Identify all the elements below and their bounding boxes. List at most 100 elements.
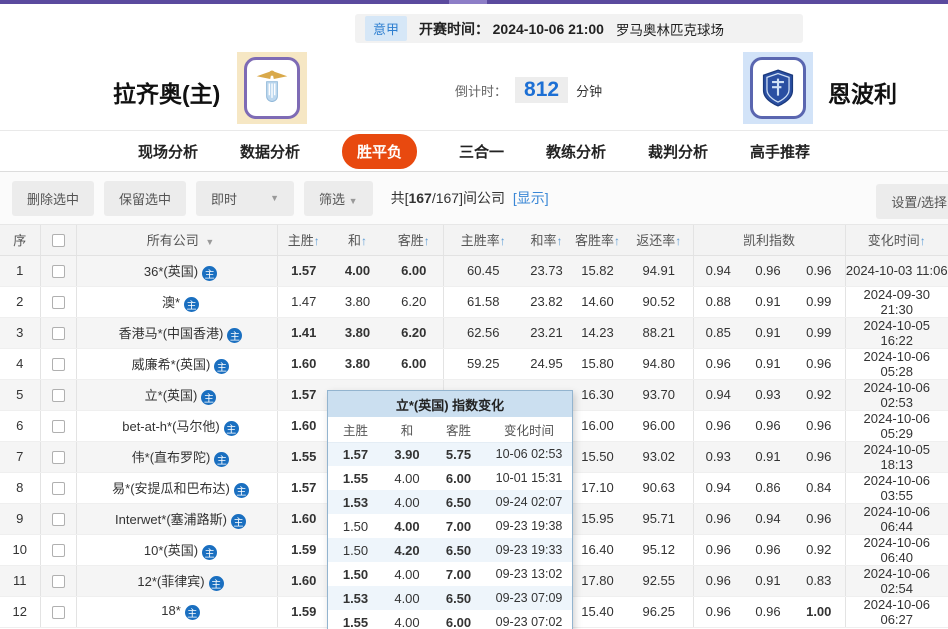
header-home-odds[interactable]: 主胜↑ (277, 225, 330, 255)
company-cell[interactable]: 10*(英国)主 (76, 534, 277, 565)
tab-data-analysis[interactable]: 数据分析 (240, 141, 300, 162)
tab-referee-analysis[interactable]: 裁判分析 (648, 141, 708, 162)
away-rate-cell: 15.50 (570, 441, 625, 472)
header-change-time[interactable]: 变化时间↑ (845, 225, 948, 255)
popup-row: 1.50 4.00 7.00 09-23 13:02 (328, 562, 572, 586)
row-checkbox[interactable] (52, 420, 65, 433)
popup-change-time: 09-23 13:02 (486, 562, 572, 586)
row-checkbox[interactable] (52, 606, 65, 619)
change-time-cell: 2024-10-03 11:06 (845, 255, 948, 286)
away-rate-cell: 16.40 (570, 534, 625, 565)
row-checkbox[interactable] (52, 482, 65, 495)
company-cell[interactable]: 18*主 (76, 596, 277, 627)
home-odds-cell[interactable]: 1.60 (277, 503, 330, 534)
change-time-cell: 2024-10-05 16:22 (845, 317, 948, 348)
header-away-odds[interactable]: 客胜↑ (385, 225, 443, 255)
row-checkbox[interactable] (52, 544, 65, 557)
popup-home-odds: 1.55 (328, 610, 383, 629)
draw-odds-cell[interactable]: 3.80 (330, 317, 385, 348)
tab-three-in-one[interactable]: 三合一 (459, 141, 504, 162)
draw-odds-cell[interactable]: 4.00 (330, 255, 385, 286)
row-checkbox[interactable] (52, 513, 65, 526)
row-checkbox[interactable] (52, 296, 65, 309)
home-odds-cell[interactable]: 1.55 (277, 441, 330, 472)
filter-dropdown[interactable]: 筛选 ▼ (304, 181, 373, 216)
kelly-draw-cell: 0.96 (743, 410, 793, 441)
home-odds-cell[interactable]: 1.59 (277, 596, 330, 627)
away-odds-cell[interactable]: 6.20 (385, 317, 443, 348)
home-odds-cell[interactable]: 1.57 (277, 255, 330, 286)
row-checkbox[interactable] (52, 389, 65, 402)
popup-row: 1.50 4.20 6.50 09-23 19:33 (328, 538, 572, 562)
header-away-rate[interactable]: 客胜率↑ (570, 225, 625, 255)
company-cell[interactable]: 伟*(直布罗陀)主 (76, 441, 277, 472)
header-home-rate[interactable]: 主胜率↑ (443, 225, 523, 255)
instant-dropdown[interactable]: 即时 ▼ (196, 181, 294, 216)
kelly-draw-cell: 0.91 (743, 348, 793, 379)
kelly-away-cell: 0.92 (793, 534, 845, 565)
company-cell[interactable]: 香港马*(中国香港)主 (76, 317, 277, 348)
popup-change-time: 09-23 07:09 (486, 586, 572, 610)
row-checkbox[interactable] (52, 265, 65, 278)
row-checkbox[interactable] (52, 327, 65, 340)
chevron-down-icon: ▼ (270, 193, 279, 203)
row-checkbox[interactable] (52, 575, 65, 588)
change-time-cell: 2024-10-06 06:27 (845, 596, 948, 627)
header-company[interactable]: 所有公司 ▼ (76, 225, 277, 255)
company-cell[interactable]: bet-at-h*(马尔他)主 (76, 410, 277, 441)
home-odds-cell[interactable]: 1.60 (277, 348, 330, 379)
league-badge[interactable]: 意甲 (365, 16, 407, 41)
away-odds-cell[interactable]: 6.00 (385, 255, 443, 286)
home-mark-icon: 主 (209, 576, 224, 591)
company-cell[interactable]: 威廉希*(英国)主 (76, 348, 277, 379)
popup-away-odds: 6.50 (431, 538, 486, 562)
checkbox-cell (40, 441, 76, 472)
settings-button[interactable]: 设置/选择 (876, 184, 948, 219)
company-cell[interactable]: 12*(菲律宾)主 (76, 565, 277, 596)
return-rate-cell: 90.52 (625, 286, 693, 317)
table-row: 1 36*(英国)主 1.57 4.00 6.00 60.45 23.73 15… (0, 255, 948, 286)
company-cell[interactable]: 36*(英国)主 (76, 255, 277, 286)
away-odds-cell[interactable]: 6.00 (385, 348, 443, 379)
company-cell[interactable]: 澳*主 (76, 286, 277, 317)
header-seq: 序 (0, 225, 40, 255)
draw-odds-cell[interactable]: 3.80 (330, 348, 385, 379)
draw-odds-cell[interactable]: 3.80 (330, 286, 385, 317)
change-time-cell: 2024-10-06 05:28 (845, 348, 948, 379)
kelly-draw-cell: 0.96 (743, 255, 793, 286)
home-odds-cell[interactable]: 1.41 (277, 317, 330, 348)
kickoff-time: 2024-10-06 21:00 (493, 21, 604, 37)
company-cell[interactable]: Interwet*(塞浦路斯)主 (76, 503, 277, 534)
popup-away-odds: 6.00 (431, 466, 486, 490)
return-rate-cell: 95.71 (625, 503, 693, 534)
popup-home-odds: 1.50 (328, 538, 383, 562)
tab-win-draw-lose[interactable]: 胜平负 (342, 134, 417, 169)
row-checkbox[interactable] (52, 358, 65, 371)
show-link[interactable]: [显示] (513, 190, 549, 206)
company-cell[interactable]: 易*(安提瓜和巴布达)主 (76, 472, 277, 503)
home-odds-cell[interactable]: 1.57 (277, 472, 330, 503)
header-draw-odds[interactable]: 和↑ (330, 225, 385, 255)
select-all-checkbox[interactable] (52, 234, 65, 247)
keep-selected-button[interactable]: 保留选中 (104, 181, 186, 216)
row-checkbox[interactable] (52, 451, 65, 464)
header-return-rate[interactable]: 返还率↑ (625, 225, 693, 255)
checkbox-cell (40, 317, 76, 348)
home-mark-icon: 主 (234, 483, 249, 498)
home-odds-cell[interactable]: 1.59 (277, 534, 330, 565)
tab-live-analysis[interactable]: 现场分析 (138, 141, 198, 162)
away-odds-cell[interactable]: 6.20 (385, 286, 443, 317)
kelly-draw-cell: 0.96 (743, 534, 793, 565)
tab-expert-picks[interactable]: 高手推荐 (750, 141, 810, 162)
home-odds-cell[interactable]: 1.47 (277, 286, 330, 317)
home-odds-cell[interactable]: 1.60 (277, 565, 330, 596)
tab-coach-analysis[interactable]: 教练分析 (546, 141, 606, 162)
popup-draw-odds: 4.20 (383, 538, 431, 562)
home-odds-cell[interactable]: 1.57 (277, 379, 330, 410)
delete-selected-button[interactable]: 删除选中 (12, 181, 94, 216)
company-cell[interactable]: 立*(英国)主 (76, 379, 277, 410)
away-team-logo (743, 52, 813, 124)
home-odds-cell[interactable]: 1.60 (277, 410, 330, 441)
header-draw-rate[interactable]: 和率↑ (523, 225, 570, 255)
odds-table-header-row: 序 所有公司 ▼ 主胜↑ 和↑ 客胜↑ 主胜率↑ 和率↑ 客胜率↑ 返还率↑ 凯… (0, 225, 948, 255)
